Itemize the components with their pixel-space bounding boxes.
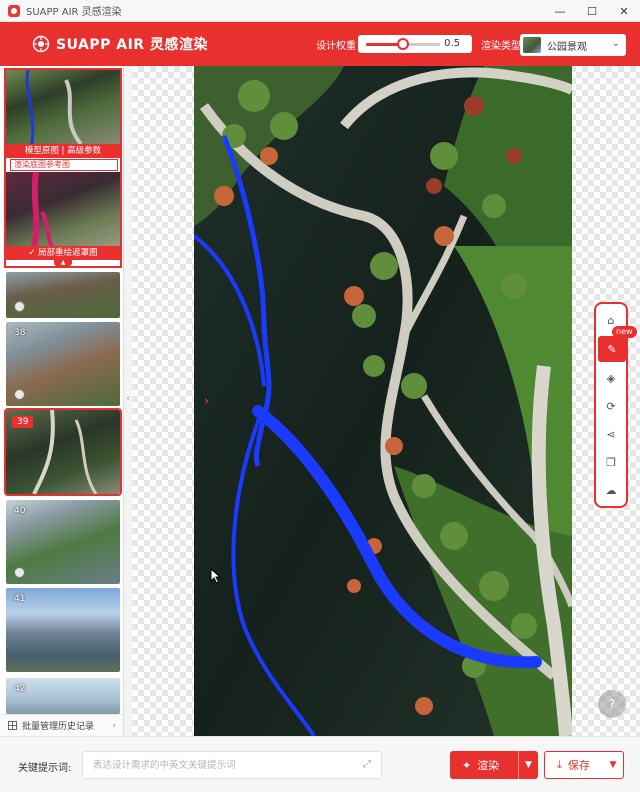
- reference-images-card: 模型原图 | 高级参数 渲染底图参考图 ✓ 局部重绘遮罩图 ▲: [4, 68, 122, 268]
- mouse-cursor-icon: [210, 568, 222, 584]
- copy-icon[interactable]: ❐: [601, 452, 621, 472]
- help-icon[interactable]: ?: [598, 690, 626, 718]
- design-weight-value: 0.5: [444, 38, 460, 49]
- model-params-tab[interactable]: 模型原图 | 高级参数: [6, 144, 120, 158]
- image-badge-icon: [14, 567, 25, 578]
- history-thumbnail[interactable]: 40: [6, 500, 120, 584]
- app-header: SUAPP AIR 灵感渲染 设计权重 0.5 渲染类型 公园景观 ⌄: [0, 22, 640, 66]
- edit-icon[interactable]: ✎: [598, 336, 626, 362]
- thumbnail-number: 40: [14, 506, 26, 516]
- render-type-select[interactable]: 公园景观 ⌄: [520, 34, 626, 56]
- collapse-up-icon[interactable]: ▲: [54, 260, 72, 266]
- logo-icon: [32, 35, 50, 53]
- window-controls: — ☐ ✕: [544, 0, 640, 22]
- mask-path-overlay: [31, 171, 54, 248]
- share-icon[interactable]: ⋖: [601, 424, 621, 444]
- keyword-prompt-label: 关键提示词:: [18, 763, 72, 774]
- history-thumbnail[interactable]: 42: [6, 678, 120, 714]
- history-thumbnail[interactable]: 41: [6, 588, 120, 672]
- slider-handle[interactable]: [397, 38, 409, 50]
- render-type-thumbnail: [523, 37, 541, 53]
- new-badge: new: [612, 326, 637, 338]
- render-dropdown-icon[interactable]: ▼: [518, 751, 538, 779]
- close-button[interactable]: ✕: [608, 0, 640, 22]
- design-weight-label: 设计权重: [316, 41, 356, 52]
- batch-manage-label: 批量管理历史记录: [22, 722, 95, 732]
- save-dropdown-icon[interactable]: ▼: [603, 752, 623, 778]
- cloud-upload-icon[interactable]: ☁: [601, 480, 621, 500]
- chevron-left-icon[interactable]: ›: [204, 394, 209, 408]
- image-badge-icon: [14, 389, 25, 400]
- render-type-label: 渲染类型: [481, 41, 521, 52]
- app-icon: [8, 4, 20, 17]
- render-type-value: 公园景观: [547, 41, 587, 53]
- expand-icon[interactable]: ⤢: [363, 759, 375, 771]
- keyword-prompt-field[interactable]: ⤢: [82, 751, 382, 779]
- inpaint-mask-label: 局部重绘遮罩图: [38, 248, 98, 258]
- source-path-overlay: [25, 69, 83, 146]
- grid-icon: [8, 721, 17, 730]
- save-button[interactable]: ⤓ 保存 ▼: [544, 751, 624, 779]
- minimize-button[interactable]: —: [544, 0, 576, 22]
- batch-manage-history-button[interactable]: 批量管理历史记录 ›: [0, 714, 123, 736]
- model-source-image[interactable]: [6, 69, 120, 146]
- layers-icon[interactable]: ◈: [601, 368, 621, 388]
- download-icon: ⤓: [557, 758, 562, 771]
- history-thumbnail[interactable]: [6, 272, 120, 318]
- rendered-image[interactable]: [194, 66, 572, 736]
- window-titlebar: SUAPP AIR 灵感渲染 — ☐ ✕: [0, 0, 640, 22]
- image-badge-icon: [14, 301, 25, 312]
- chevron-down-icon: ⌄: [611, 38, 620, 49]
- refresh-icon[interactable]: ⟳: [601, 396, 621, 416]
- history-thumbnail-selected[interactable]: 39: [4, 408, 122, 496]
- render-reference-option[interactable]: 渲染底图参考图: [10, 159, 118, 171]
- window-title: SUAPP AIR 灵感渲染: [26, 7, 122, 18]
- chevron-right-icon: ›: [112, 720, 116, 731]
- prompt-bar: 关键提示词: ⤢ ✦ 渲染 ▼ ⤓ 保存 ▼: [0, 736, 640, 792]
- keyword-prompt-input[interactable]: [83, 752, 353, 778]
- brand-name: SUAPP AIR 灵感渲染: [56, 37, 208, 53]
- thumbnail-number: 42: [14, 684, 26, 694]
- history-panel: 模型原图 | 高级参数 渲染底图参考图 ✓ 局部重绘遮罩图 ▲ 38 39 40…: [0, 66, 124, 736]
- inpaint-mask-image[interactable]: [6, 171, 120, 248]
- panel-collapse-handle[interactable]: ‹: [124, 392, 132, 406]
- sparkle-icon: ✦: [462, 758, 472, 772]
- maximize-button[interactable]: ☐: [576, 0, 608, 22]
- history-thumbnail[interactable]: 38: [6, 322, 120, 406]
- inpaint-mask-tab[interactable]: ✓ 局部重绘遮罩图: [6, 246, 120, 260]
- thumbnail-number: 41: [14, 594, 26, 604]
- thumbnail-number: 38: [14, 328, 26, 338]
- design-weight-slider[interactable]: 0.5: [358, 35, 472, 53]
- render-label: 渲染: [477, 759, 500, 772]
- aerial-park-render: [194, 66, 572, 736]
- thumbnail-number: 39: [12, 416, 34, 428]
- render-button[interactable]: ✦ 渲染 ▼: [450, 751, 538, 779]
- save-label: 保存: [567, 759, 590, 772]
